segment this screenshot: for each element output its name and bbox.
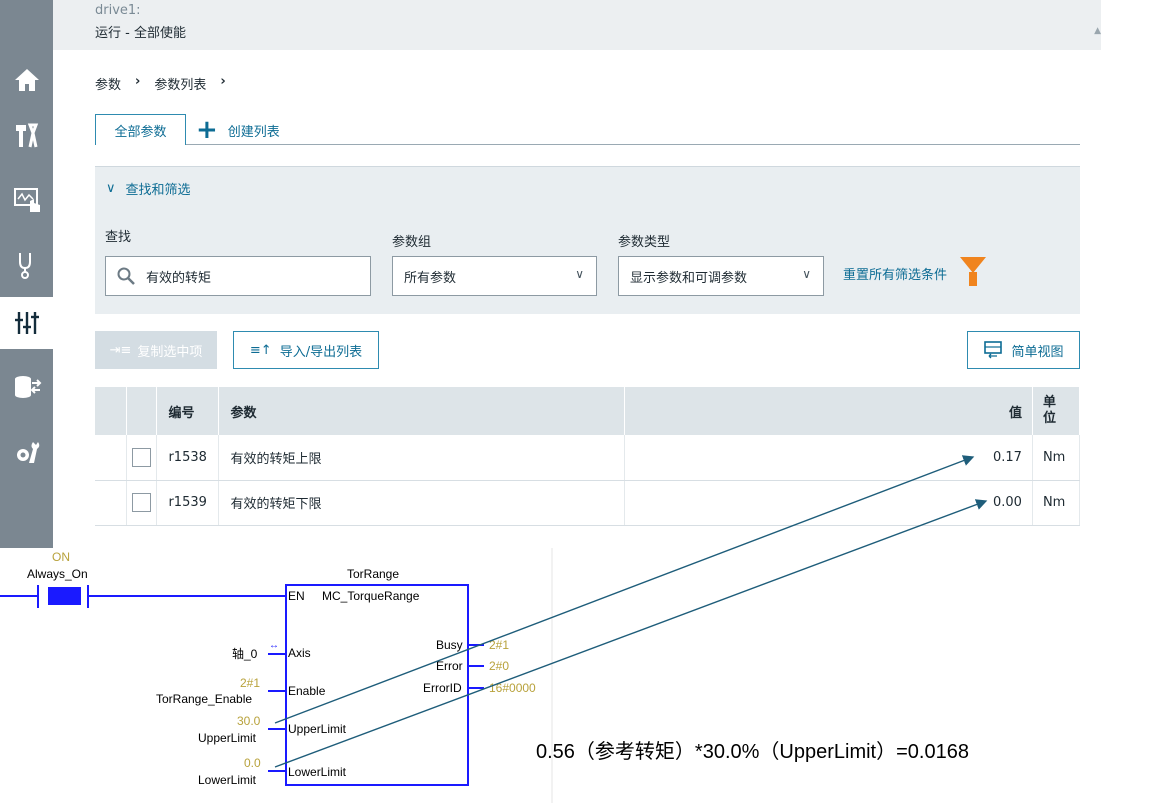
busy-value: 2#1	[489, 638, 510, 652]
axis-link-icon: ↔	[269, 640, 279, 651]
formula-annotation: 0.56（参考转矩）*30.0%（UpperLimit）=0.0168	[536, 741, 969, 763]
enable-variable: TorRange_Enable	[156, 692, 253, 706]
screen: drive1: 运行 - 全部使能 ▲ 参数 › 参数列表 › 全部参数 + 创…	[0, 0, 1160, 803]
contact-name: Always_On	[27, 567, 88, 581]
block-instance-name: TorRange	[347, 567, 400, 581]
contact-active-fill	[48, 587, 81, 605]
contact-state: ON	[52, 550, 70, 564]
enable-value: 2#1	[240, 676, 261, 690]
axis-variable: 轴_0	[232, 647, 258, 661]
pin-busy: Busy	[436, 638, 463, 652]
pin-errorid: ErrorID	[423, 681, 462, 695]
pin-upperlimit: UpperLimit	[288, 722, 347, 736]
pin-en: EN	[288, 589, 305, 603]
upperlimit-value: 30.0	[237, 714, 261, 728]
pin-enable: Enable	[288, 684, 326, 698]
errorid-value: 16#0000	[489, 681, 536, 695]
error-value: 2#0	[489, 659, 510, 673]
ladder-graphics	[0, 548, 553, 803]
pin-lowerlimit: LowerLimit	[288, 765, 347, 779]
upperlimit-variable: UpperLimit	[198, 731, 257, 745]
pin-error: Error	[436, 659, 463, 673]
block-type: MC_TorqueRange	[322, 589, 420, 603]
pin-axis: Axis	[288, 646, 311, 660]
lowerlimit-value: 0.0	[244, 756, 261, 770]
lowerlimit-variable: LowerLimit	[198, 773, 257, 787]
